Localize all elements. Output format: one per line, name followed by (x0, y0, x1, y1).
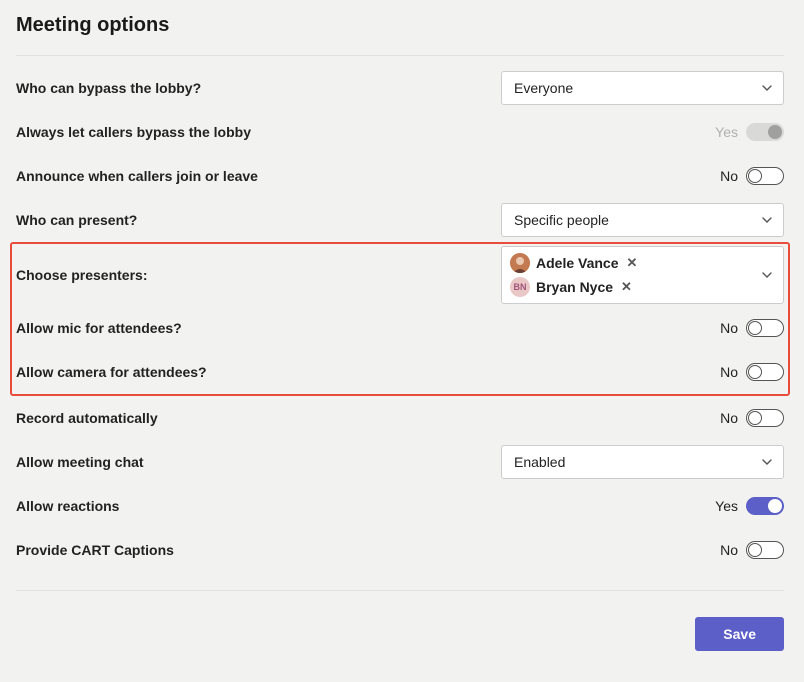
label-reactions: Allow reactions (16, 498, 496, 514)
label-allow-mic: Allow mic for attendees? (16, 320, 496, 336)
select-present-value: Specific people (514, 212, 609, 228)
save-button[interactable]: Save (695, 617, 784, 651)
page-title: Meeting options (16, 14, 784, 37)
toggle-allow-mic[interactable] (746, 319, 784, 337)
divider-top (16, 55, 784, 56)
label-present: Who can present? (16, 212, 496, 228)
chevron-down-icon (761, 456, 773, 468)
remove-presenter-icon[interactable]: ✕ (627, 255, 638, 271)
row-reactions: Allow reactions Yes (16, 484, 784, 528)
label-announce: Announce when callers join or leave (16, 168, 496, 184)
row-cart: Provide CART Captions No (16, 528, 784, 572)
row-callers-bypass: Always let callers bypass the lobby Yes (16, 110, 784, 154)
toggle-record-text: No (716, 410, 738, 426)
select-bypass-lobby[interactable]: Everyone (501, 71, 784, 105)
presenter-chip: Adele Vance ✕ (510, 253, 637, 273)
toggle-cart-text: No (716, 542, 738, 558)
presenter-chip: BN Bryan Nyce ✕ (510, 277, 637, 297)
row-chat: Allow meeting chat Enabled (16, 440, 784, 484)
row-bypass-lobby: Who can bypass the lobby? Everyone (16, 66, 784, 110)
select-bypass-lobby-value: Everyone (514, 80, 573, 96)
row-allow-camera: Allow camera for attendees? No (16, 350, 784, 394)
select-presenters[interactable]: Adele Vance ✕ BN Bryan Nyce ✕ (501, 246, 784, 304)
chevron-down-icon (761, 269, 773, 281)
toggle-allow-mic-text: No (716, 320, 738, 336)
toggle-reactions[interactable] (746, 497, 784, 515)
highlight-section: Choose presenters: Adele Vance ✕ BN (10, 242, 790, 396)
label-callers-bypass: Always let callers bypass the lobby (16, 124, 496, 140)
select-chat-value: Enabled (514, 454, 565, 470)
remove-presenter-icon[interactable]: ✕ (621, 279, 632, 295)
label-bypass-lobby: Who can bypass the lobby? (16, 80, 496, 96)
label-record: Record automatically (16, 410, 496, 426)
toggle-allow-camera[interactable] (746, 363, 784, 381)
toggle-reactions-text: Yes (715, 498, 738, 514)
presenter-name: Adele Vance (536, 255, 619, 271)
chevron-down-icon (761, 82, 773, 94)
toggle-allow-camera-text: No (716, 364, 738, 380)
row-present: Who can present? Specific people (16, 198, 784, 242)
label-allow-camera: Allow camera for attendees? (16, 364, 496, 380)
toggle-callers-bypass-text: Yes (715, 124, 738, 140)
chevron-down-icon (761, 214, 773, 226)
row-record: Record automatically No (16, 396, 784, 440)
toggle-cart[interactable] (746, 541, 784, 559)
row-choose-presenters: Choose presenters: Adele Vance ✕ BN (16, 244, 784, 306)
toggle-announce-text: No (716, 168, 738, 184)
avatar (510, 253, 530, 273)
label-cart: Provide CART Captions (16, 542, 496, 558)
select-chat[interactable]: Enabled (501, 445, 784, 479)
row-allow-mic: Allow mic for attendees? No (16, 306, 784, 350)
toggle-announce[interactable] (746, 167, 784, 185)
select-present[interactable]: Specific people (501, 203, 784, 237)
presenter-name: Bryan Nyce (536, 279, 613, 295)
toggle-record[interactable] (746, 409, 784, 427)
label-choose-presenters: Choose presenters: (16, 267, 496, 283)
label-chat: Allow meeting chat (16, 454, 496, 470)
row-announce: Announce when callers join or leave No (16, 154, 784, 198)
divider-bottom (16, 590, 784, 591)
toggle-callers-bypass (746, 123, 784, 141)
avatar: BN (510, 277, 530, 297)
